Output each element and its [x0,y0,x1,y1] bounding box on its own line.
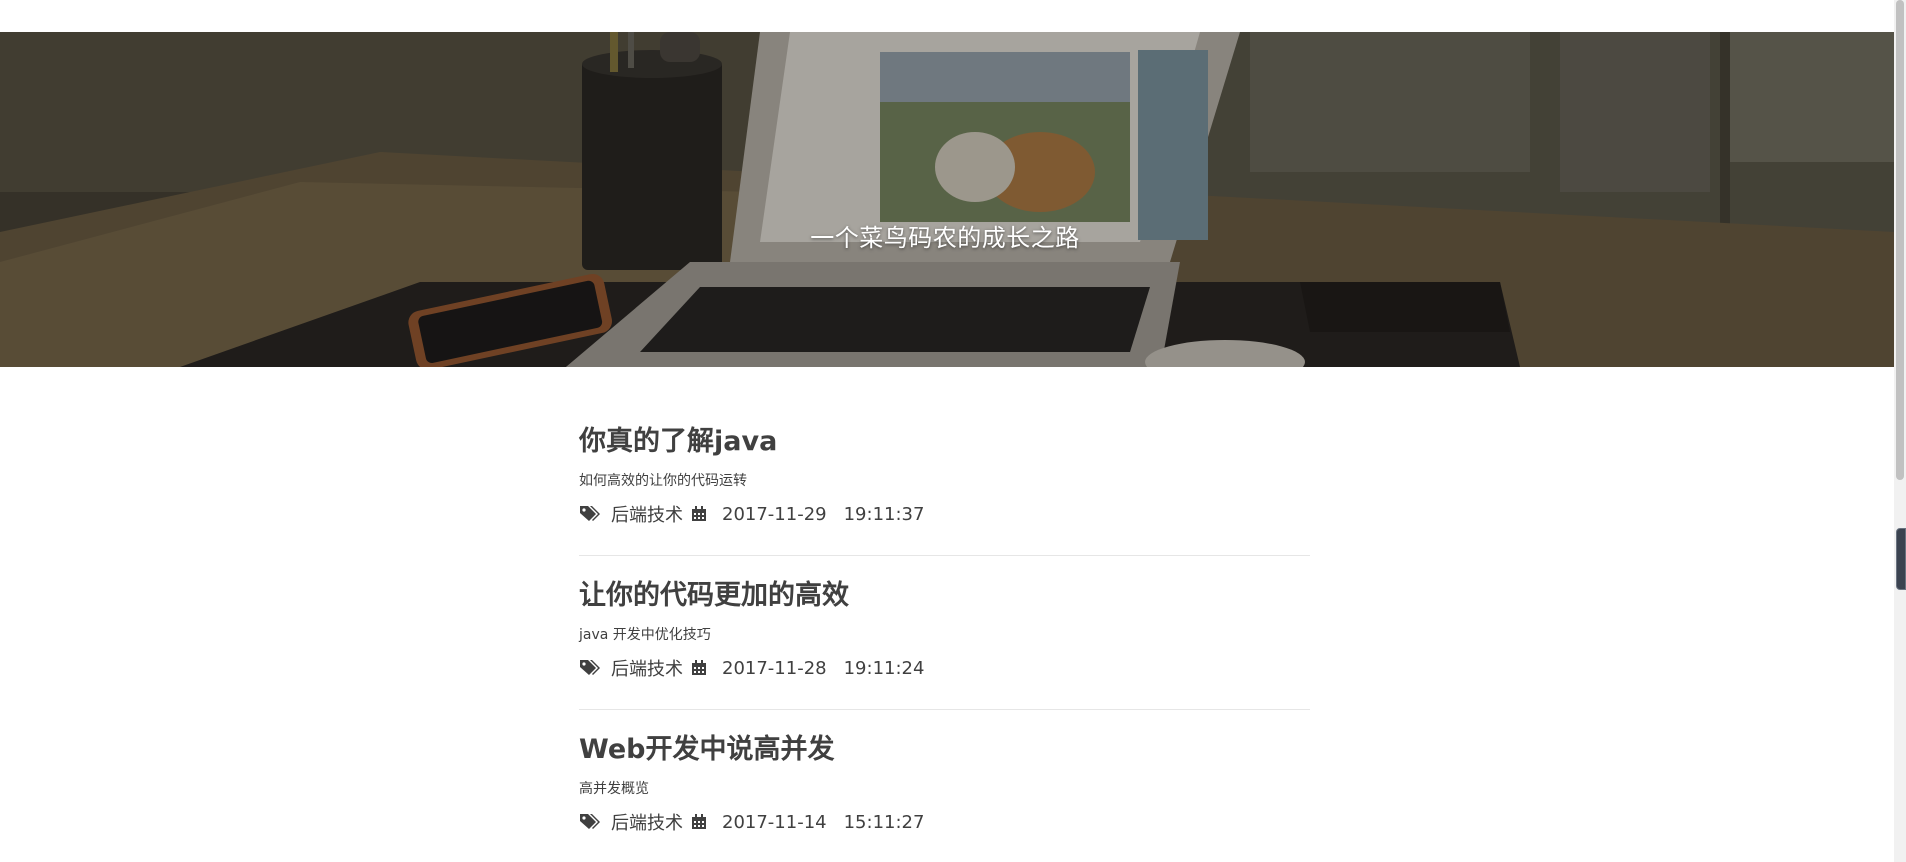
post-time: 15:11:27 [843,811,925,833]
calendar-icon [691,506,707,522]
page-scrollbar[interactable] [1894,0,1906,862]
hero-banner: 一个菜鸟码农的成长之路 [0,32,1894,367]
tags-icon [579,659,601,677]
post-title-link[interactable]: 让你的代码更加的高效 [579,574,1310,618]
post-category-link[interactable]: 后端技术 [611,655,683,681]
post-preview: Web开发中说高并发 高并发概览 后端技术 2017-11-14 15:11:2… [579,728,1310,835]
calendar-icon [691,814,707,830]
post-list: 你真的了解java 如何高效的让你的代码运转 后端技术 2017-11-29 1… [579,420,1310,835]
post-date: 2017-11-29 [722,503,827,525]
post-subtitle: 如何高效的让你的代码运转 [579,473,747,489]
divider [579,555,1310,556]
hero-title: 一个菜鸟码农的成长之路 [810,224,1080,252]
post-date: 2017-11-28 [722,657,827,679]
post-preview: 你真的了解java 如何高效的让你的代码运转 后端技术 2017-11-29 1… [579,420,1310,527]
post-time: 19:11:24 [843,657,925,679]
post-subtitle: 高并发概览 [579,781,649,797]
post-subtitle: java 开发中优化技巧 [579,627,711,643]
hero-background-image [0,32,1894,367]
post-time: 19:11:37 [843,503,925,525]
tags-icon [579,505,601,523]
post-meta: 后端技术 2017-11-28 19:11:24 [579,655,1310,681]
post-preview: 让你的代码更加的高效 java 开发中优化技巧 后端技术 2017-11-28 … [579,574,1310,681]
post-meta: 后端技术 2017-11-14 15:11:27 [579,809,1310,835]
post-category-link[interactable]: 后端技术 [611,809,683,835]
tags-icon [579,813,601,831]
post-meta: 后端技术 2017-11-29 19:11:37 [579,501,1310,527]
divider [579,709,1310,710]
post-date: 2017-11-14 [722,811,827,833]
side-panel-handle[interactable] [1896,528,1906,590]
post-title-link[interactable]: Web开发中说高并发 [579,728,1310,772]
post-category-link[interactable]: 后端技术 [611,501,683,527]
post-title-link[interactable]: 你真的了解java [579,420,1310,464]
calendar-icon [691,660,707,676]
scrollbar-thumb[interactable] [1896,0,1904,480]
page: 一个菜鸟码农的成长之路 你真的了解java 如何高效的让你的代码运转 后端技术 [0,0,1906,862]
